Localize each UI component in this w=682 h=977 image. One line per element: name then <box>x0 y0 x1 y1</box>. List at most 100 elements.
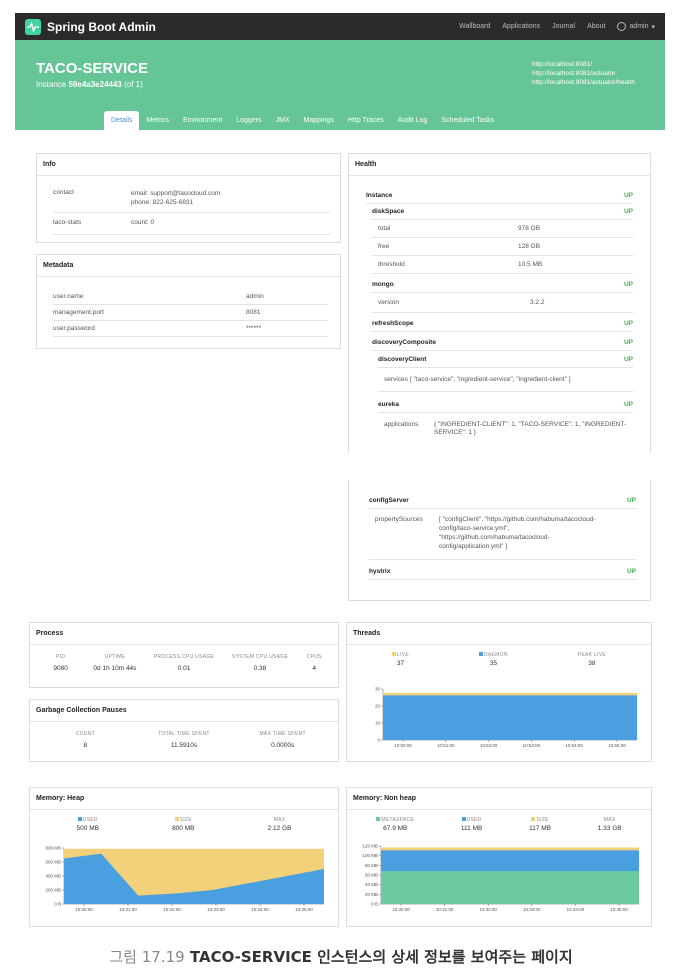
info-value: email: support@tacocloud.com <box>131 190 221 197</box>
instance-line: Instance 59e4a3e24443 (of 1) <box>36 80 143 89</box>
status-badge: UP <box>623 281 633 288</box>
tab-jmx[interactable]: JMX <box>269 111 297 130</box>
health-panel: Health Instance UP diskSpace UP total 97… <box>348 153 651 453</box>
stat-value: 0.01 <box>177 665 191 672</box>
nav-link-about[interactable]: About <box>587 23 605 30</box>
propertysources-value: "https://github.com/habuma/tacocloud- <box>439 534 550 541</box>
configserver-row: propertySources [ "configClient", "https… <box>369 509 636 560</box>
health-refreshscope: refreshScope UP <box>372 313 633 332</box>
x-tick-label: 10:34:00 <box>567 907 585 912</box>
eureka-row: applications { "INGREDIENT-CLIENT": 1, "… <box>378 413 633 437</box>
health-title: Health <box>349 154 650 176</box>
y-tick-label: 600 MB <box>45 860 61 865</box>
info-row-taco-stats: taco-stats count: 0 <box>53 213 330 235</box>
x-tick-label: 10:54:00 <box>565 743 583 748</box>
diskspace-key: free <box>378 243 390 250</box>
y-tick-label: 20 <box>375 704 381 709</box>
url-actuator[interactable]: http://localhost:8081/actuator <box>532 69 635 78</box>
series-area-metaspace <box>381 871 639 904</box>
y-tick-label: 0 <box>377 738 380 743</box>
tab-loggers[interactable]: Loggers <box>229 111 268 130</box>
legend-value: 117 MB <box>529 825 551 832</box>
navbar: Spring Boot Admin Wallboard Applications… <box>15 13 665 40</box>
tab-http-traces[interactable]: Http Traces <box>341 111 391 130</box>
legend-value: 37 <box>396 660 405 667</box>
y-tick-label: 0 B <box>54 902 61 907</box>
status-badge: UP <box>623 339 633 346</box>
tab-audit-log[interactable]: Audit Log <box>391 111 435 130</box>
legend-label: METASPACE <box>381 817 415 823</box>
services-key: services <box>384 376 408 383</box>
legend-value: 111 MB <box>460 825 483 832</box>
configserver-label: configServer <box>369 497 409 504</box>
series-area-daemon <box>383 695 637 740</box>
gc-panel: Garbage Collection Pauses COUNT 8 TOTAL T… <box>29 699 339 762</box>
health-instance-label: Instance <box>366 192 393 199</box>
chevron-down-icon: ▾ <box>651 23 655 31</box>
x-tick-label: 10:30:00 <box>392 907 410 912</box>
user-icon <box>617 22 627 31</box>
mongo-row: version 3.2.2 <box>372 293 633 313</box>
tab-bar: Details Metrics Environment Loggers JMX … <box>104 111 501 130</box>
nonheap-title: Memory: Non heap <box>347 788 651 810</box>
stat-value: 4 <box>312 665 317 672</box>
x-tick-label: 10:53:00 <box>523 743 541 748</box>
stat-label: TOTAL TIME SPENT <box>158 731 210 737</box>
legend-value: 1.33 GB <box>597 825 622 832</box>
url-health[interactable]: http://localhost:8081/actuator/health <box>532 78 635 87</box>
diskspace-row: threshold 10.5 MB <box>372 256 633 274</box>
nav-link-wallboard[interactable]: Wallboard <box>459 23 490 30</box>
metadata-value: 8081 <box>246 309 261 316</box>
url-service[interactable]: http://localhost:8081/ <box>532 60 635 69</box>
metadata-panel: Metadata user.name admin management.port… <box>36 254 341 349</box>
applications-value: { "INGREDIENT-CLIENT": 1, "TACO-SERVICE"… <box>434 421 627 428</box>
applications-value: SERVICE": 1 } <box>434 429 476 436</box>
tab-scheduled-tasks[interactable]: Scheduled Tasks <box>434 111 501 130</box>
nav-link-journal[interactable]: Journal <box>552 23 575 30</box>
status-badge: UP <box>623 320 633 327</box>
stat-value: 0d 1h 10m 44s <box>93 665 137 672</box>
y-tick-label: 120 MB <box>362 844 378 849</box>
propertysources-value: [ "configClient", "https://github.com/ha… <box>439 516 596 523</box>
instance-count: (of 1) <box>124 80 143 89</box>
status-badge: UP <box>623 192 633 199</box>
brand[interactable]: Spring Boot Admin <box>25 18 156 35</box>
status-badge: UP <box>623 356 633 363</box>
stat-label: COUNT <box>75 731 95 737</box>
eureka-label: eureka <box>378 401 399 408</box>
stat-label: MAX TIME SPENT <box>259 731 306 737</box>
y-tick-label: 800 MB <box>45 846 61 851</box>
figure-number: 그림 17.19 <box>109 948 185 966</box>
legend-value: 800 MB <box>172 825 195 832</box>
stat-value: 9080 <box>53 665 68 672</box>
user-menu[interactable]: admin ▾ <box>617 22 655 31</box>
nav-link-applications[interactable]: Applications <box>502 23 540 30</box>
x-tick-label: 10:31:00 <box>119 907 137 912</box>
x-tick-label: 10:35:00 <box>610 907 628 912</box>
tab-metrics[interactable]: Metrics <box>139 111 176 130</box>
legend-label: LIVE <box>396 652 410 658</box>
gc-title: Garbage Collection Pauses <box>30 700 338 722</box>
metadata-row: user.name admin <box>53 289 328 305</box>
tab-details[interactable]: Details <box>104 111 140 130</box>
x-tick-label: 10:51:00 <box>437 743 455 748</box>
legend-value: 2.12 GB <box>267 825 292 832</box>
y-tick-label: 40 MB <box>365 882 378 887</box>
info-key: taco-stats <box>53 219 82 226</box>
y-tick-label: 60 MB <box>365 873 378 878</box>
info-row-contact: contact email: support@tacocloud.com pho… <box>53 184 330 213</box>
legend-swatch <box>376 817 381 821</box>
tab-mappings[interactable]: Mappings <box>297 111 341 130</box>
stat-label: PROCESS CPU USAGE <box>153 654 215 660</box>
legend-swatch <box>461 817 466 821</box>
tab-environment[interactable]: Environment <box>176 111 229 130</box>
x-tick-label: 10:33:00 <box>207 907 225 912</box>
nonheap-panel: Memory: Non heap METASPACE 67.9 MB USED 11… <box>346 787 652 927</box>
propertysources-value: config/application.yml" ] <box>439 543 508 550</box>
process-panel: Process PID 9080 UPTIME 0d 1h 10m 44s PROC… <box>29 622 339 688</box>
diskspace-label: diskSpace <box>372 208 405 215</box>
discoveryclient-label: discoveryClient <box>378 356 427 363</box>
instance-header: TACO-SERVICE Instance 59e4a3e24443 (of 1… <box>15 40 665 130</box>
mongo-key: version <box>378 299 399 306</box>
legend-swatch <box>479 652 483 656</box>
